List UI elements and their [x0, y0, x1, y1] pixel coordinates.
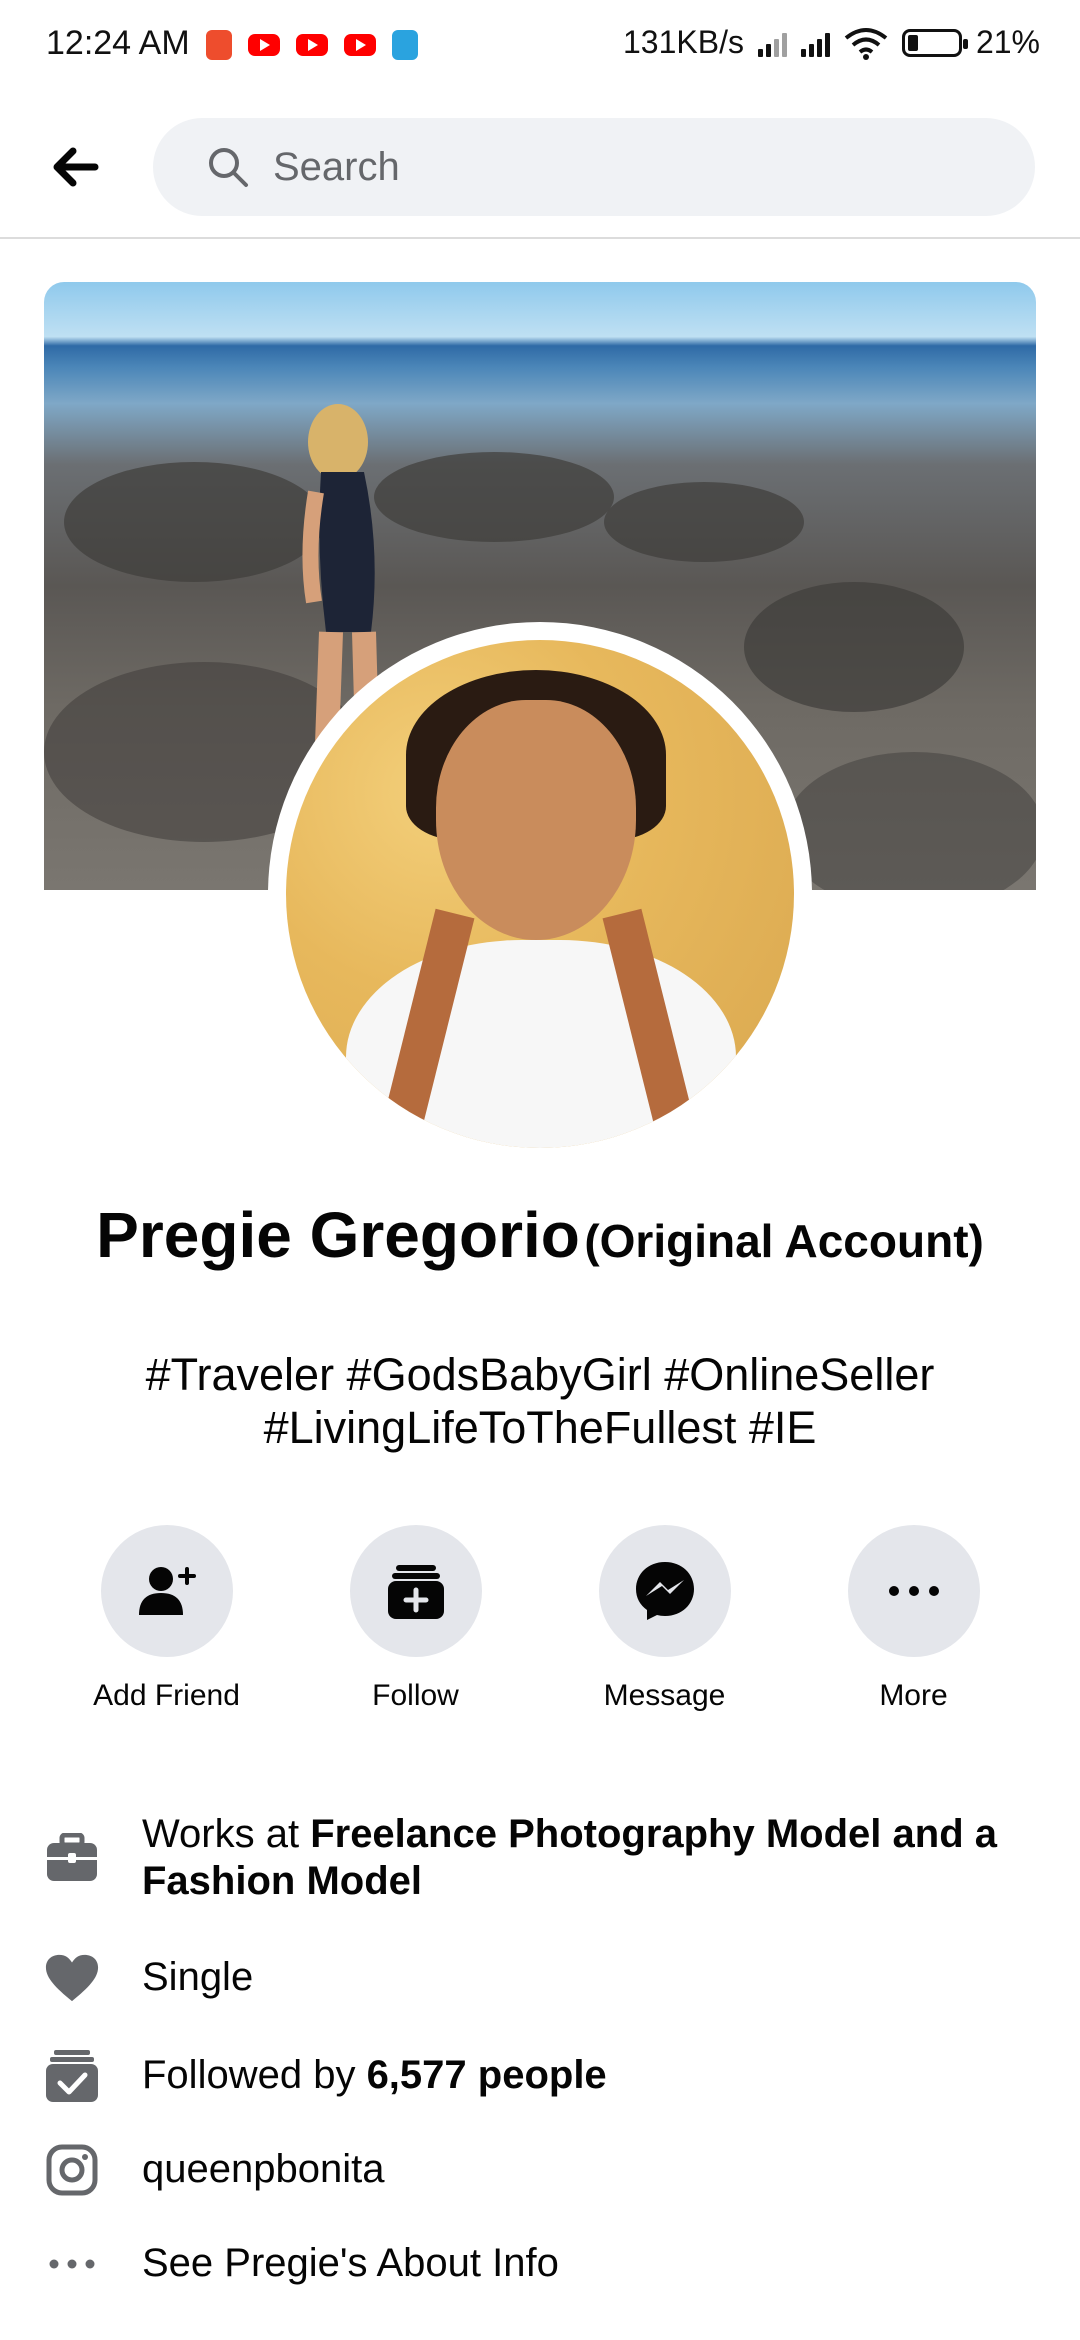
add-friend-button[interactable]: Add Friend: [42, 1525, 291, 1725]
add-friend-circle[interactable]: [100, 1525, 233, 1657]
profile-actions: Add Friend Follow Message More: [42, 1525, 1038, 1725]
wifi-icon: [844, 27, 888, 60]
telegram-icon: [392, 30, 418, 60]
message-button[interactable]: Message: [540, 1525, 789, 1725]
message-label: Message: [603, 1679, 726, 1712]
battery-percent: 21%: [975, 24, 1040, 60]
relationship-status: Single: [142, 1955, 254, 2000]
profile-bio: #Traveler #GodsBabyGirl #OnlineSeller #L…: [60, 1348, 1020, 1454]
youtube-icon: [248, 34, 280, 56]
status-time: 12:24 AM: [46, 24, 190, 62]
intro-about[interactable]: See Pregie's About Info: [44, 2234, 1036, 2294]
more-dots-icon: [888, 1586, 939, 1596]
youtube-icon: [344, 34, 376, 56]
add-friend-label: Add Friend: [93, 1679, 240, 1712]
notification-icons: [206, 30, 418, 60]
intro-work: Works at Freelance Photography Model and…: [44, 1810, 1036, 1906]
bio-line: #Traveler #GodsBabyGirl #OnlineSeller: [145, 1349, 935, 1400]
see-about-info-link[interactable]: See Pregie's About Info: [142, 2240, 559, 2287]
network-speed: 131KB/s: [622, 24, 744, 60]
intro-followers: Followed by 6,577 people: [44, 2046, 1036, 2106]
message-circle[interactable]: [598, 1525, 731, 1657]
top-header: [0, 92, 1080, 239]
follow-icon: [387, 1565, 444, 1619]
work-prefix: Works at: [142, 1811, 311, 1856]
battery-icon: [901, 28, 968, 57]
followers-count[interactable]: 6,577 people: [367, 2053, 607, 2097]
intro-relationship: Single: [44, 1948, 1036, 2008]
profile-name-suffix: (Original Account): [584, 1215, 984, 1267]
signal-icon: [800, 29, 830, 57]
briefcase-icon: [44, 1830, 100, 1886]
bio-line: #LivingLifeToTheFullest #IE: [263, 1402, 817, 1454]
follow-label: Follow: [372, 1679, 459, 1712]
profile-name-main: Pregie Gregorio: [96, 1199, 580, 1271]
more-dots-icon: [44, 2236, 100, 2292]
status-indicators: 131KB/s 21%: [623, 24, 1040, 61]
intro-instagram[interactable]: queenpbonita: [44, 2140, 1036, 2200]
more-button[interactable]: More: [789, 1525, 1038, 1725]
add-person-icon: [138, 1567, 196, 1615]
more-circle[interactable]: [847, 1525, 980, 1657]
status-bar: 12:24 AM 131KB/s 21%: [0, 0, 1080, 92]
intro-details: Works at Freelance Photography Model and…: [44, 1810, 1036, 2294]
instagram-handle[interactable]: queenpbonita: [142, 2146, 384, 2193]
more-label: More: [879, 1679, 948, 1712]
follow-circle[interactable]: [349, 1525, 482, 1657]
arrow-left-icon: [53, 147, 99, 187]
messenger-icon: [635, 1562, 694, 1620]
signal-icon: [757, 29, 787, 57]
back-button[interactable]: [40, 142, 110, 192]
profile-name: Pregie Gregorio (Original Account): [60, 1200, 1020, 1270]
follow-button[interactable]: Follow: [291, 1525, 540, 1725]
search-icon: [209, 148, 248, 187]
youtube-icon: [296, 34, 328, 56]
search-input[interactable]: [271, 143, 975, 191]
followers-icon: [44, 2048, 100, 2104]
heart-icon: [44, 1950, 100, 2006]
followed-prefix: Followed by: [142, 2053, 367, 2098]
profile-picture[interactable]: [286, 640, 794, 1148]
search-bar[interactable]: [153, 118, 1035, 216]
instagram-icon: [44, 2142, 100, 2198]
shopee-icon: [206, 30, 232, 60]
